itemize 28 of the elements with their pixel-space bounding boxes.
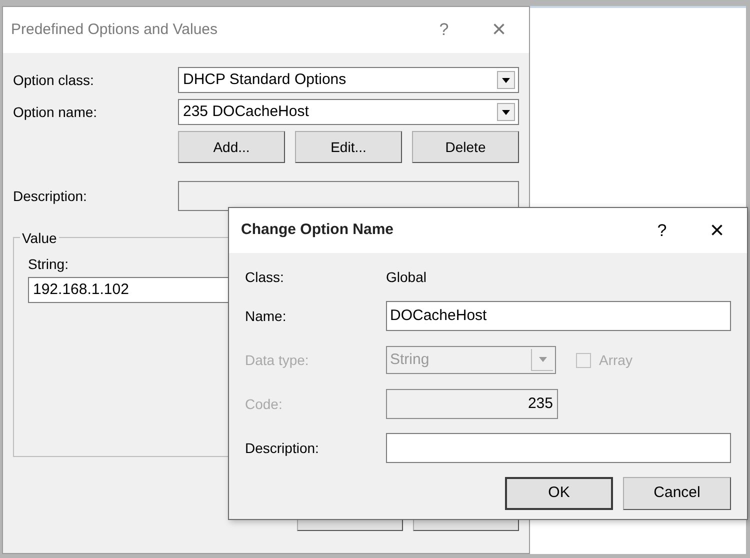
- field-label: Option class:: [13, 70, 95, 90]
- field-label: Description:: [13, 186, 88, 206]
- caret-icon: [502, 78, 510, 82]
- option-name-dropdown[interactable]: 235 DOCacheHost: [178, 99, 519, 125]
- text-field[interactable]: DOCacheHost: [386, 301, 731, 331]
- caret-icon: [502, 110, 510, 114]
- field-label: String:: [28, 255, 70, 274]
- option-class-dropdown[interactable]: DHCP Standard Options: [178, 67, 519, 93]
- dialog-button[interactable]: Cancel: [623, 477, 731, 510]
- dialog-button[interactable]: Add...: [178, 131, 285, 163]
- dialog-button[interactable]: Delete: [412, 131, 519, 163]
- window-title: Predefined Options and Values: [11, 20, 219, 40]
- text-field[interactable]: [386, 433, 731, 463]
- help-button[interactable]: ?: [419, 17, 469, 43]
- help-button[interactable]: ?: [637, 218, 687, 244]
- window-title: Change Option Name: [241, 220, 395, 240]
- class-value: Global: [386, 268, 426, 286]
- dialog-button[interactable]: Edit...: [295, 131, 402, 163]
- field-label: Description:: [245, 438, 320, 458]
- field-label: Option name:: [13, 102, 98, 122]
- close-button[interactable]: ×: [687, 212, 747, 248]
- field-label: Name:: [245, 306, 288, 326]
- close-button[interactable]: ×: [469, 12, 529, 48]
- checkbox-label: Array: [599, 350, 632, 370]
- dialog-button[interactable]: OK: [505, 477, 613, 510]
- field-label: Code:: [245, 394, 284, 414]
- caret-icon: [538, 357, 546, 362]
- field-label: Data type:: [245, 350, 310, 370]
